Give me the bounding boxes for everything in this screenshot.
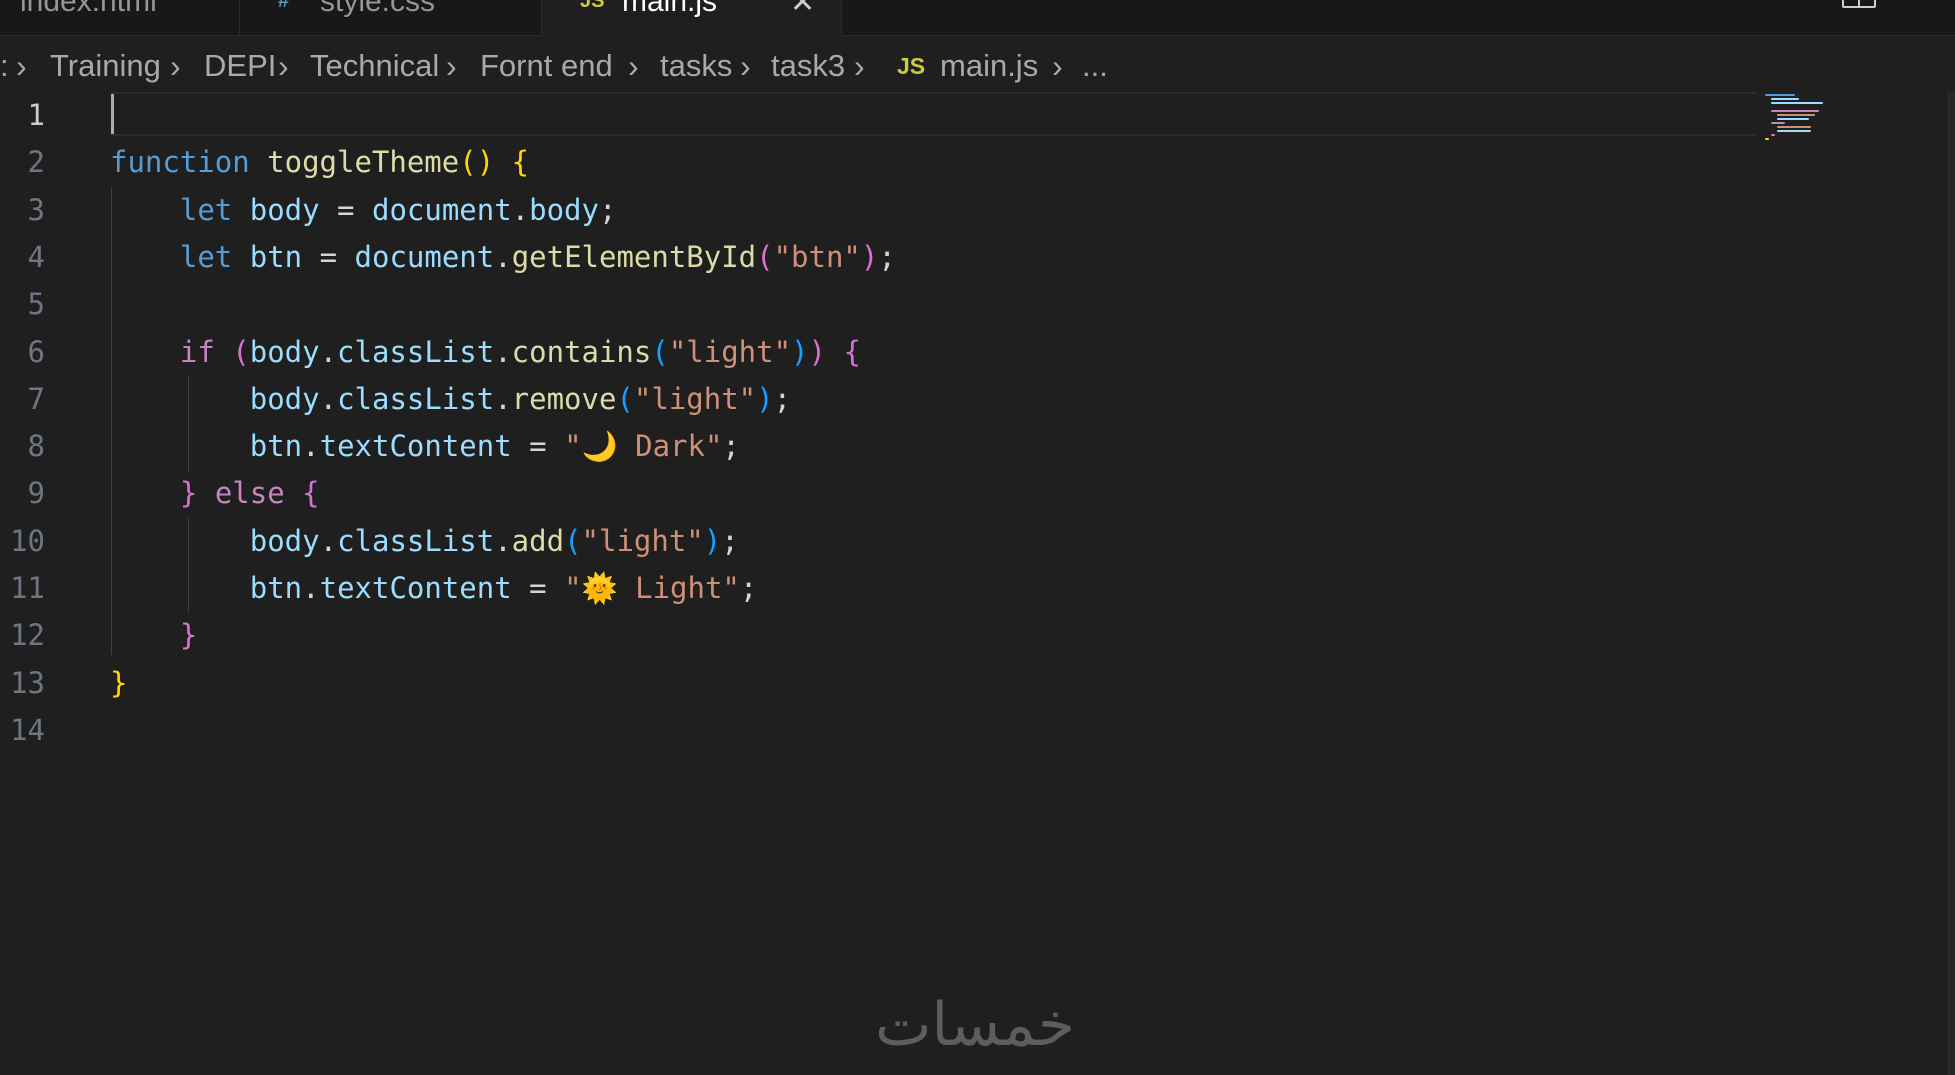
line-number: 3 (27, 192, 45, 227)
breadcrumb-item[interactable]: task3 (771, 44, 845, 88)
code-line[interactable]: btn.textContent = "🌞 Light"; (110, 565, 758, 612)
indent-guide (188, 376, 189, 471)
code-line[interactable]: } (110, 660, 127, 707)
minimap-line (1777, 114, 1815, 116)
close-tab-icon[interactable]: ✕ (790, 0, 815, 18)
code-line[interactable]: function toggleTheme() { (110, 139, 529, 186)
code-line[interactable]: btn.textContent = "🌙 Dark"; (110, 423, 740, 470)
breadcrumb-item[interactable]: DEPI (204, 44, 276, 88)
minimap[interactable] (1763, 92, 1853, 152)
chevron-right-icon: › (278, 48, 289, 84)
css-file-icon: # (278, 0, 290, 12)
line-number: 14 (10, 712, 45, 747)
code-editor[interactable]: 1 2 3 4 5 6 7 8 9 10 11 12 13 14 function toggleTheme… (0, 92, 1955, 1075)
line-number: 5 (27, 287, 45, 322)
minimap-line (1771, 98, 1799, 100)
chevron-right-icon: › (740, 48, 751, 84)
editor-tab-bar: index.html # style.css JS main.js ✕ (0, 0, 1955, 36)
tab-main-js[interactable]: JS main.js ✕ (542, 0, 842, 36)
line-number: 7 (27, 381, 45, 416)
current-line-highlight (110, 92, 1757, 136)
breadcrumb-item[interactable]: Technical (310, 44, 439, 88)
breadcrumb-symbols[interactable]: ... (1082, 44, 1108, 88)
minimap-line (1765, 138, 1769, 140)
line-number: 2 (27, 145, 45, 180)
minimap-line (1765, 94, 1795, 96)
code-line[interactable]: if (body.classList.contains("light")) { (110, 329, 861, 376)
code-line[interactable]: let btn = document.getElementById("btn")… (110, 234, 896, 281)
line-number: 4 (27, 239, 45, 274)
code-line[interactable]: } (110, 612, 197, 659)
line-number: 1 (27, 98, 45, 132)
line-number: 11 (10, 571, 45, 605)
code-line[interactable]: body.classList.add("light"); (110, 518, 739, 565)
watermark-logo: خمسات (874, 990, 1076, 1060)
js-file-icon: JS (897, 53, 926, 79)
minimap-line (1777, 126, 1811, 128)
breadcrumb-prefix[interactable]: : (0, 44, 9, 88)
code-line[interactable]: } else { (110, 470, 320, 517)
breadcrumb: : › Training › DEPI › Technical › Fornt … (0, 44, 1955, 88)
indent-guide (111, 187, 112, 655)
minimap-line (1771, 102, 1823, 104)
minimap-line (1771, 134, 1775, 136)
minimap-line (1777, 130, 1811, 132)
tab-label: main.js (622, 0, 718, 18)
vertical-scrollbar[interactable] (1948, 92, 1955, 1075)
chevron-right-icon: › (628, 48, 639, 84)
breadcrumb-item[interactable]: Fornt end (480, 44, 613, 88)
line-number: 10 (10, 523, 45, 558)
line-number: 13 (10, 665, 45, 700)
line-number: 6 (27, 334, 45, 369)
code-line[interactable]: body.classList.remove("light"); (110, 376, 791, 423)
tab-index-html[interactable]: index.html (0, 0, 240, 35)
tab-label: style.css (320, 0, 436, 18)
minimap-line (1777, 118, 1809, 120)
chevron-right-icon: › (16, 48, 27, 84)
breadcrumb-item[interactable]: tasks (660, 44, 732, 88)
chevron-right-icon: › (446, 48, 457, 84)
text-cursor (111, 94, 114, 134)
chevron-right-icon: › (1052, 48, 1063, 84)
js-file-icon: JS (580, 0, 605, 12)
minimap-line (1771, 110, 1819, 112)
tab-label: index.html (20, 0, 157, 18)
code-line[interactable]: let body = document.body; (110, 187, 617, 234)
minimap-line (1771, 122, 1785, 124)
breadcrumb-item[interactable]: Training (50, 44, 161, 88)
line-number: 8 (27, 429, 45, 464)
chevron-right-icon: › (854, 48, 865, 84)
chevron-right-icon: › (170, 48, 181, 84)
split-editor-icon[interactable] (1842, 0, 1876, 8)
breadcrumb-file[interactable]: main.js (940, 44, 1038, 88)
tab-style-css[interactable]: # style.css (240, 0, 542, 35)
line-number: 9 (27, 476, 45, 511)
indent-guide (188, 518, 189, 613)
line-number: 12 (10, 618, 45, 653)
